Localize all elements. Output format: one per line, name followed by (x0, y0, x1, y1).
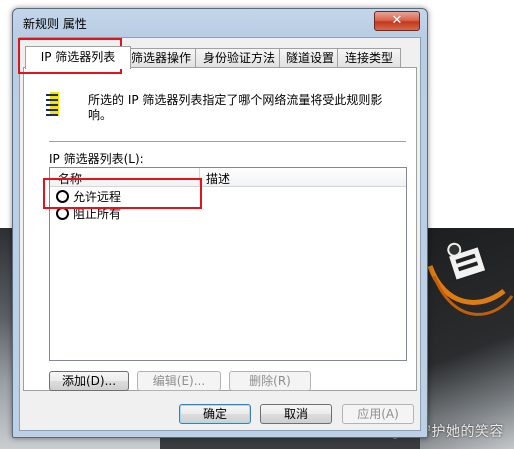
column-separator[interactable] (199, 168, 200, 186)
column-header-description[interactable]: 描述 (206, 170, 230, 187)
section-divider (49, 141, 406, 142)
title-bar[interactable]: 新规则 属性 ✕ (13, 9, 427, 35)
listview-header: 名称 描述 (50, 168, 406, 187)
list-item[interactable]: 允许远程 (56, 189, 121, 205)
robot-illustration (427, 242, 514, 316)
cancel-button[interactable]: 取消 (260, 404, 332, 424)
radio-button[interactable] (56, 190, 69, 203)
panel-description: 所选的 IP 筛选器列表指定了哪个网络流量将受此规则影响。 (88, 93, 383, 122)
tab-tunnel-settings[interactable]: 隧道设置 (279, 48, 341, 67)
tab-panel-ip-filter-list: 所选的 IP 筛选器列表指定了哪个网络流量将受此规则影响。 IP 筛选器列表(L… (23, 67, 417, 391)
list-item[interactable]: 阻止所有 (56, 206, 121, 222)
close-button[interactable]: ✕ (374, 11, 420, 31)
column-header-name[interactable]: 名称 (58, 170, 82, 187)
add-button[interactable]: 添加(D)... (49, 371, 129, 391)
delete-button[interactable]: 删除(R) (229, 371, 311, 391)
tab-filter-action[interactable]: 筛选器操作 (123, 48, 199, 67)
dialog-client-area: IP 筛选器列表 筛选器操作 身份验证方法 隧道设置 连接类型 所选的 IP 筛… (19, 37, 421, 431)
list-item-name: 允许远程 (73, 190, 122, 204)
edit-button[interactable]: 编辑(E)... (137, 371, 221, 391)
tab-connection-type[interactable]: 连接类型 (337, 48, 401, 67)
filter-list-label: IP 筛选器列表(L): (49, 152, 144, 166)
filter-list-icon (46, 92, 59, 116)
ip-filter-listview[interactable]: 名称 描述 允许远程 阻止所有 (49, 167, 407, 361)
ok-button[interactable]: 确定 (179, 404, 251, 424)
list-item-name: 阻止所有 (73, 207, 122, 221)
tab-ip-filter-list[interactable]: IP 筛选器列表 (25, 46, 131, 69)
properties-dialog: 新规则 属性 ✕ IP 筛选器列表 筛选器操作 身份验证方法 隧道设置 连接类型… (12, 8, 428, 438)
radio-button[interactable] (56, 207, 69, 220)
apply-button[interactable]: 应用(A) (342, 404, 414, 424)
tab-authentication-methods[interactable]: 身份验证方法 (195, 48, 283, 67)
window-title: 新规则 属性 (23, 17, 87, 31)
